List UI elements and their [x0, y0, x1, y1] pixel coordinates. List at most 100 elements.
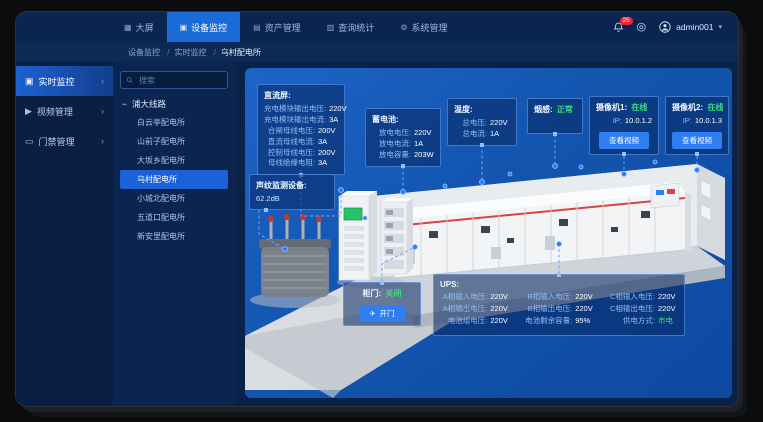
- notifications-button[interactable]: 25: [613, 22, 624, 33]
- nav-tab-label: 查询统计: [338, 21, 374, 34]
- camera2-status: 在线: [707, 103, 723, 112]
- station-tree-panel: − 浦大线路 白云亭配电所 山前子配电所 大坂乡配电所 乌村配电所 小城北配电所…: [113, 62, 235, 407]
- sidebar-item-label: 门禁管理: [39, 135, 75, 148]
- ip-label: IP:: [672, 116, 692, 127]
- tree-item[interactable]: 山前子配电所: [120, 132, 228, 151]
- panel-title: 摄像机1:: [596, 103, 627, 112]
- app-window: ▦ 大屏 ▣ 设备监控 ▤ 资产管理 ▥ 查询统计: [15, 11, 739, 407]
- panel-row: 电池组电压:220V: [440, 316, 510, 327]
- ip-label: IP:: [596, 116, 622, 127]
- panel-title: UPS:: [440, 280, 678, 289]
- panel-dc-screen: 直流屏: 充电模块输出电压:220V 充电模块输出电流:3A: [257, 84, 345, 175]
- open-door-button[interactable]: ✈ 开门: [359, 305, 404, 322]
- collapse-icon[interactable]: −: [122, 99, 127, 109]
- breadcrumb-item[interactable]: 乌村配电所: [221, 47, 261, 58]
- camera1-status: 在线: [631, 103, 647, 112]
- nav-tab[interactable]: ▥ 查询统计: [314, 12, 388, 42]
- panel-row: 控制母线电压:200V: [264, 148, 338, 159]
- tree-item[interactable]: 新安里配电所: [120, 227, 228, 246]
- panel-row: 合闸母线电压:200V: [264, 126, 338, 137]
- nav-tab-label: 大屏: [136, 21, 154, 34]
- fullscreen-icon[interactable]: ◎: [637, 22, 647, 33]
- avatar-icon: [659, 21, 671, 33]
- panel-row: 直流母线电流:3A: [264, 137, 338, 148]
- panel-title: 烟感:: [534, 105, 553, 114]
- top-navbar: ▦ 大屏 ▣ 设备监控 ▤ 资产管理 ▥ 查询统计: [16, 12, 738, 42]
- panel-row: B相输出电压:220V: [522, 304, 595, 315]
- user-menu[interactable]: admin001 ▾: [659, 21, 722, 33]
- acoustic-value: 62.2dB: [256, 194, 328, 203]
- panel-title: 柜门:: [363, 289, 382, 298]
- panel-acoustic: 声纹监测设备: 62.2dB: [249, 174, 335, 210]
- notification-badge: 25: [620, 17, 633, 25]
- sidebar-item[interactable]: ▶ 视频管理 ›: [16, 96, 113, 126]
- nav-tab[interactable]: ▣ 设备监控: [167, 12, 241, 42]
- breadcrumb-item[interactable]: 设备监控: [128, 47, 174, 58]
- main-area: 直流屏: 充电模块输出电压:220V 充电模块输出电流:3A: [235, 62, 739, 407]
- panel-row: C相输出电压:220V: [607, 304, 678, 315]
- panel-row: 总电压:220V: [454, 118, 510, 129]
- sidebar-item-label: 实时监控: [39, 75, 75, 88]
- camera1-ip: 10.0.1.2: [625, 116, 652, 127]
- nav-tab-label: 资产管理: [265, 21, 301, 34]
- tree-item[interactable]: 小城北配电所: [120, 189, 228, 208]
- station-3d-view[interactable]: 直流屏: 充电模块输出电压:220V 充电模块输出电流:3A: [245, 68, 732, 398]
- chevron-down-icon: ▾: [718, 23, 722, 31]
- nav-tab-label: 设备监控: [191, 21, 227, 34]
- nav-tab-icon: ▦: [124, 23, 132, 32]
- camera2-ip: 10.0.1.3: [695, 116, 722, 127]
- panel-row: 放电容量:203W: [372, 150, 434, 161]
- tree-search[interactable]: [120, 71, 228, 89]
- sidebar-item-icon: ▣: [25, 76, 34, 87]
- sidebar-item-label: 视频管理: [37, 105, 73, 118]
- chevron-right-icon: ›: [101, 76, 104, 86]
- sidebar-item[interactable]: ▭ 门禁管理 ›: [16, 126, 113, 156]
- nav-tabs: ▦ 大屏 ▣ 设备监控 ▤ 资产管理 ▥ 查询统计: [111, 12, 461, 42]
- panel-row: B相输入电压:220V: [522, 292, 595, 303]
- nav-tab[interactable]: ▦ 大屏: [111, 12, 167, 42]
- nav-tab[interactable]: ▤ 资产管理: [240, 12, 314, 42]
- panel-title: 直流屏:: [264, 90, 338, 101]
- panel-row: 总电流:1A: [454, 129, 510, 140]
- panel-door: 柜门: 关闭 ✈ 开门: [343, 282, 421, 326]
- tree-item[interactable]: 乌村配电所: [120, 170, 228, 189]
- breadcrumb-bar: 设备监控 实时监控 乌村配电所: [16, 42, 738, 62]
- panel-row: 供电方式:市电: [607, 316, 678, 327]
- panel-temperature: 温度: 总电压:220V 总电流:1A: [447, 98, 517, 146]
- panel-row: 母线绝缘电阻:3A: [264, 158, 338, 169]
- tree-item[interactable]: 大坂乡配电所: [120, 151, 228, 170]
- tree-root-label: 浦大线路: [132, 98, 166, 110]
- sidebar-item[interactable]: ▣ 实时监控 ›: [16, 66, 113, 96]
- chevron-right-icon: ›: [101, 106, 104, 116]
- door-status: 关闭: [385, 289, 401, 298]
- tree-root-node[interactable]: − 浦大线路: [122, 98, 228, 110]
- search-input[interactable]: [137, 75, 222, 86]
- sidebar: ▣ 实时监控 › ▶ 视频管理 › ▭ 门禁管理 ›: [16, 62, 113, 407]
- panel-battery: 蓄电池: 放电电压:220V 放电电流:1A: [365, 108, 441, 167]
- panel-row: 放电电流:1A: [372, 139, 434, 150]
- sidebar-item-icon: ▶: [25, 106, 32, 117]
- panel-camera2: 摄像机2: 在线 IP: 10.0.1.3 查看视频: [665, 96, 729, 155]
- transformer-3d[interactable]: [250, 214, 340, 308]
- open-door-icon: ✈: [369, 309, 375, 318]
- panel-row: A相输入电压:220V: [440, 292, 510, 303]
- nav-tab-icon: ⚙: [400, 23, 407, 32]
- tree-item[interactable]: 白云亭配电所: [120, 113, 228, 132]
- nav-tab-icon: ▤: [253, 23, 261, 32]
- breadcrumb-item[interactable]: 实时监控: [174, 47, 220, 58]
- breadcrumb: 设备监控 实时监控 乌村配电所: [128, 47, 261, 58]
- tree-item[interactable]: 五道口配电所: [120, 208, 228, 227]
- panel-title: 蓄电池:: [372, 114, 434, 125]
- panel-row: A相输出电压:220V: [440, 304, 510, 315]
- panel-row: 充电模块输出电压:220V: [264, 104, 338, 115]
- nav-tab[interactable]: ⚙ 系统管理: [387, 12, 460, 42]
- panel-title: 声纹监测设备:: [256, 180, 328, 191]
- panel-row: 电池剩余容量:95%: [522, 316, 595, 327]
- panel-smoke: 烟感: 正常: [527, 98, 583, 134]
- search-icon: [126, 76, 133, 84]
- view-video-button[interactable]: 查看视频: [672, 132, 722, 149]
- chevron-right-icon: ›: [101, 136, 104, 146]
- panel-row: 充电模块输出电流:3A: [264, 115, 338, 126]
- view-video-button[interactable]: 查看视频: [599, 132, 649, 149]
- nav-tab-icon: ▣: [180, 23, 188, 32]
